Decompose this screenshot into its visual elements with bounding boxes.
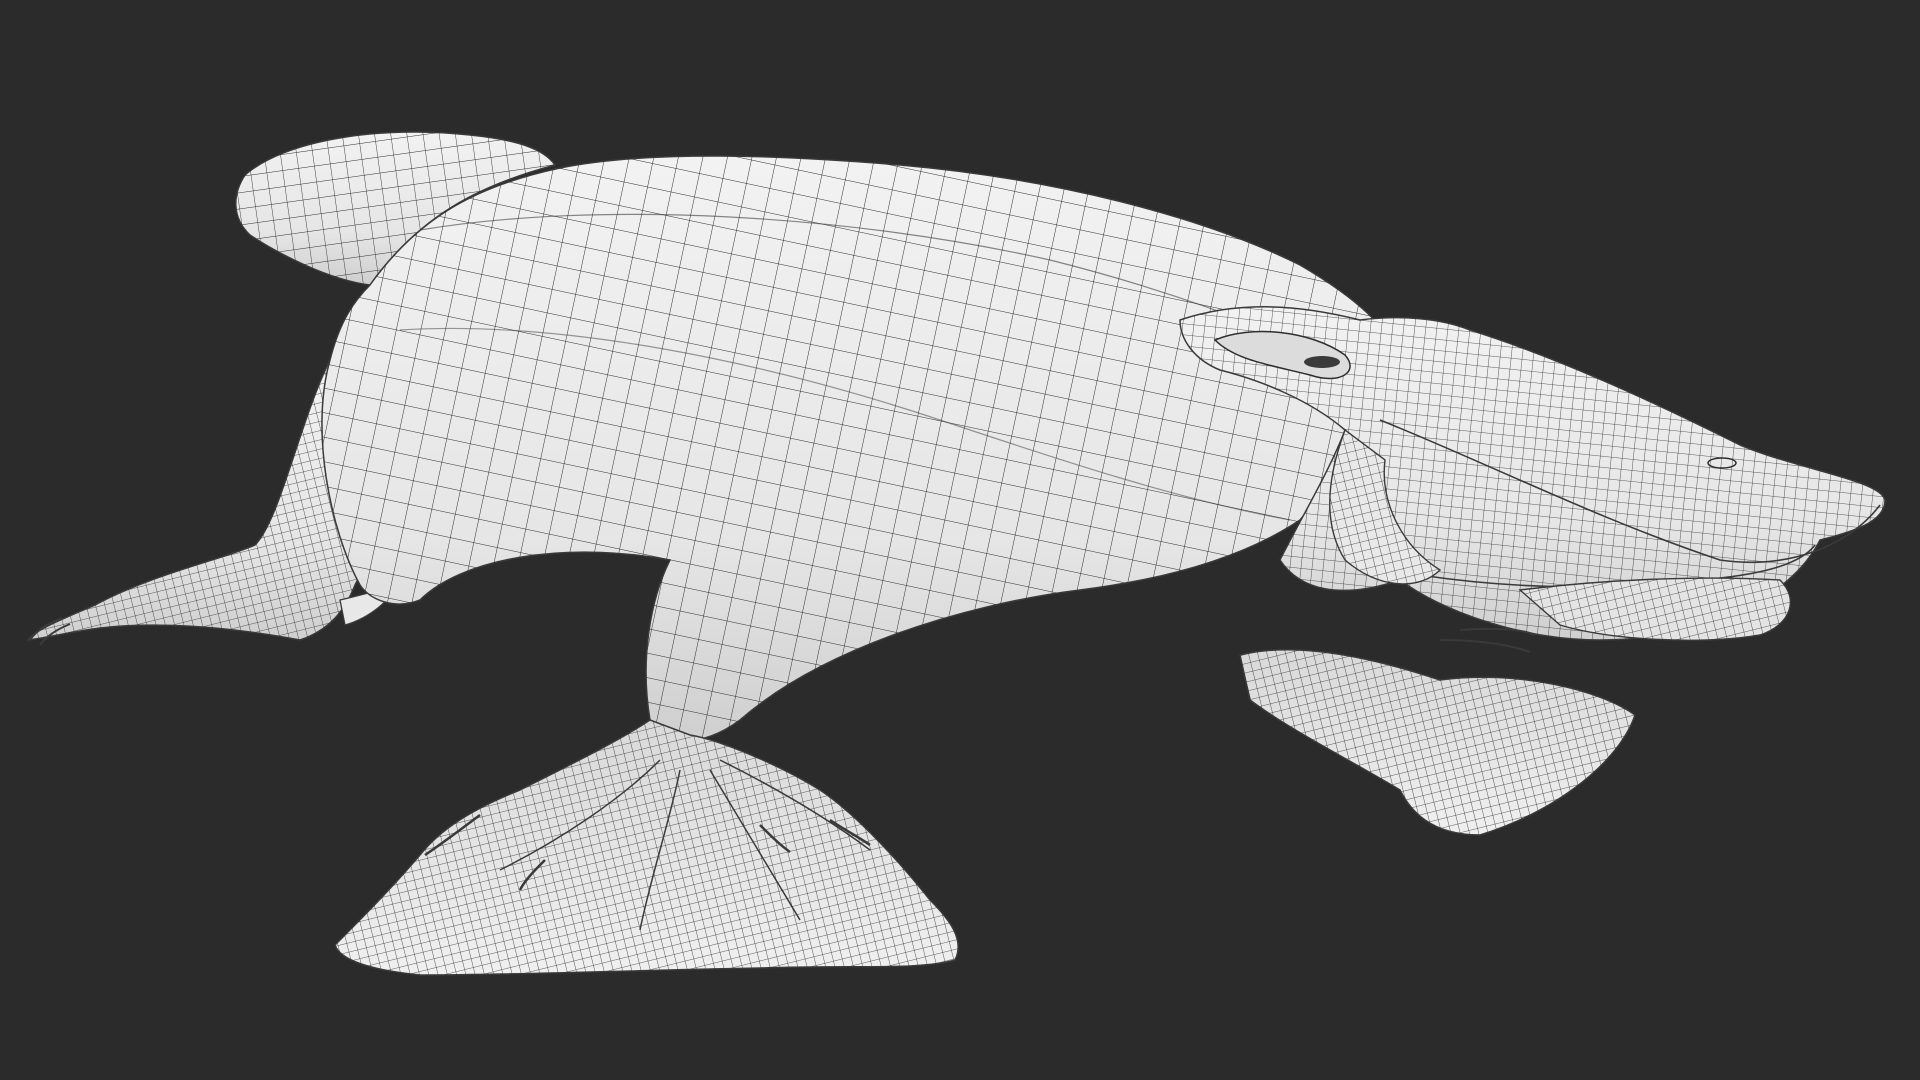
front-left-flipper-mesh [334,719,959,976]
platypus-model [26,131,1886,976]
3d-viewport[interactable] [0,0,1920,1080]
body-mesh [321,155,1401,742]
front-right-flipper-mesh [1239,627,1636,836]
